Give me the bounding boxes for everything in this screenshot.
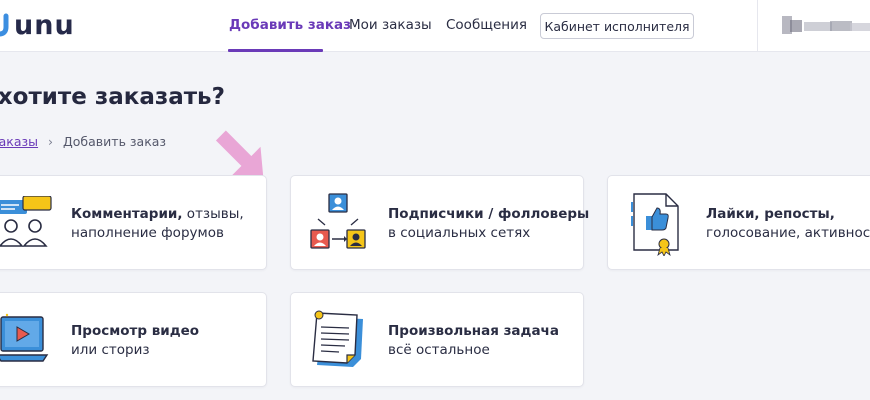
nav-my-orders[interactable]: Мои заказы <box>349 17 432 33</box>
page-title: о хотите заказать? <box>0 84 225 110</box>
logo-text: UNU <box>14 9 75 41</box>
user-name-blurred[interactable] <box>782 14 870 36</box>
card-video[interactable]: Просмотр видео или сториз <box>0 292 267 387</box>
logo-mark-icon <box>0 13 9 37</box>
card-likes-title: Лайки, репосты, <box>706 206 835 222</box>
header-divider <box>757 0 758 52</box>
followers-icon <box>310 193 366 249</box>
performer-cabinet-button[interactable]: Кабинет исполнителя <box>540 13 694 39</box>
custom-task-icon <box>312 310 363 367</box>
card-comments-title-rest: отзывы, <box>182 206 244 222</box>
card-followers-subtitle: в социальных сетях <box>388 225 531 241</box>
breadcrumb: заказы › Добавить заказ <box>0 134 166 149</box>
nav-messages[interactable]: Сообщения <box>446 17 527 33</box>
card-comments-subtitle: наполнение форумов <box>71 225 224 241</box>
card-video-text: Просмотр видео или сториз <box>71 322 199 360</box>
breadcrumb-separator-icon: › <box>48 134 54 149</box>
card-video-subtitle: или сториз <box>71 342 150 358</box>
breadcrumb-orders-link[interactable]: заказы <box>0 134 38 149</box>
card-comments-text: Комментарии, отзывы, наполнение форумов <box>71 205 244 243</box>
video-icon <box>0 313 49 362</box>
nav-add-order[interactable]: Добавить заказ <box>229 17 351 33</box>
card-comments-title: Комментарии, <box>71 206 183 222</box>
breadcrumb-current: Добавить заказ <box>63 134 167 149</box>
card-custom-task[interactable]: Произвольная задача всё остальное <box>290 292 584 387</box>
card-custom-task-subtitle: всё остальное <box>388 342 490 358</box>
card-followers[interactable]: Подписчики / фолловеры в социальных сетя… <box>290 175 589 270</box>
card-likes[interactable]: Лайки, репосты, голосование, активность <box>607 175 870 270</box>
card-comments[interactable]: Комментарии, отзывы, наполнение форумов <box>0 175 267 270</box>
comments-icon <box>0 196 52 247</box>
brand-logo[interactable]: UNU <box>0 8 75 42</box>
card-followers-title: Подписчики / фолловеры <box>388 206 590 222</box>
card-followers-text: Подписчики / фолловеры в социальных сетя… <box>388 205 589 243</box>
nav-active-underline <box>228 49 323 52</box>
top-header: UNU Добавить заказ Мои заказы Сообщения … <box>0 0 870 52</box>
card-video-title: Просмотр видео <box>71 323 200 339</box>
card-custom-task-title: Произвольная задача <box>388 323 559 339</box>
card-likes-subtitle: голосование, активность <box>706 225 870 241</box>
card-custom-task-text: Произвольная задача всё остальное <box>388 322 559 360</box>
likes-icon <box>631 193 679 256</box>
card-likes-text: Лайки, репосты, голосование, активность <box>706 205 870 243</box>
